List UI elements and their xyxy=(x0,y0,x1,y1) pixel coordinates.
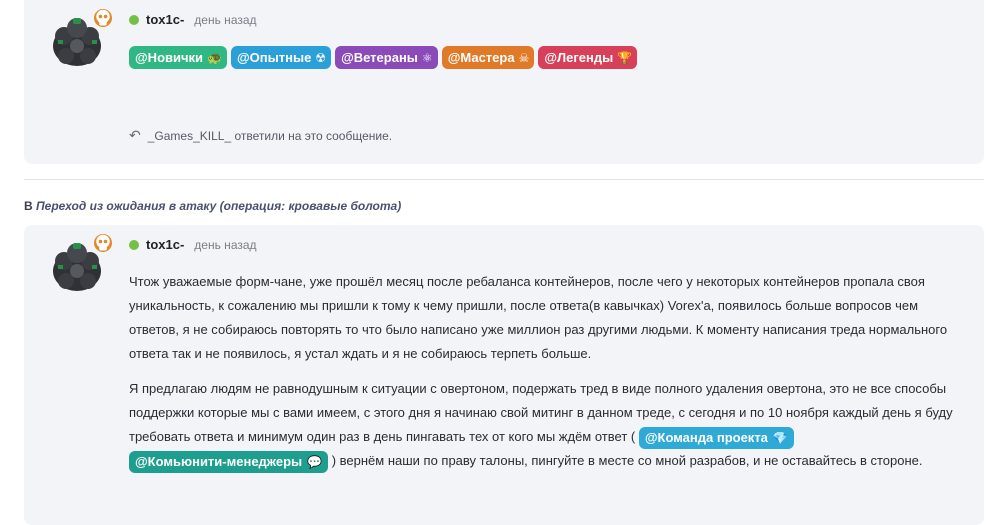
mention-tag[interactable]: @Мастера ☠ xyxy=(441,46,535,69)
online-status-icon xyxy=(129,14,139,25)
trophy-icon: 🏆 xyxy=(617,50,633,65)
mention-label: @Новички xyxy=(135,50,204,65)
paragraph-text: Я предлагаю людям не равнодушным к ситуа… xyxy=(129,381,953,444)
online-status-icon xyxy=(129,239,139,250)
mention-label: @Команда проекта xyxy=(644,429,768,445)
post-meta: tox1c- день назад xyxy=(129,12,257,27)
post-card-2: tox1c- день назад Чтож уважаемые форм-ча… xyxy=(24,225,984,525)
skull-icon: ☠ xyxy=(518,50,530,65)
reply-note: ↶ _Games_KILL_ ответили на это сообщение… xyxy=(129,127,392,144)
diamond-icon: 💎 xyxy=(772,430,788,445)
mention-label: @Комьюнити-менеджеры xyxy=(135,453,303,469)
mention-tag[interactable]: @Легенды 🏆 xyxy=(538,46,638,69)
author-name[interactable]: tox1c- xyxy=(146,12,184,27)
reply-text: ответили на это сообщение. xyxy=(234,128,393,143)
post-body: Чтож уважаемые форм-чане, уже прошёл мес… xyxy=(129,270,969,484)
turtle-icon: 🐢 xyxy=(207,50,222,65)
mention-label: @Легенды xyxy=(544,50,614,65)
post-card-1: tox1c- день назад @Новички 🐢 @Опытные ☢ @Вет… xyxy=(24,0,984,164)
mention-tag[interactable]: @Опытные ☢ xyxy=(231,46,332,69)
radiation-icon: ☢ xyxy=(315,50,327,65)
chat-bubbles-icon: 💬 xyxy=(307,454,323,469)
user-avatar[interactable] xyxy=(46,232,114,297)
mention-tag[interactable]: @Ветераны ⚛ xyxy=(335,46,438,69)
mention-label: @Ветераны xyxy=(341,50,418,65)
post-paragraph: Я предлагаю людям не равнодушным к ситуа… xyxy=(129,377,969,473)
divider xyxy=(24,179,984,180)
mention-label: @Опытные xyxy=(237,50,312,65)
post-time[interactable]: день назад xyxy=(194,13,256,27)
post-time[interactable]: день назад xyxy=(194,238,256,252)
skull-badge-icon xyxy=(92,7,114,29)
paragraph-text: ) вернём наши по праву талоны, пингуйте … xyxy=(331,453,923,468)
mention-tag[interactable]: @Новички 🐢 xyxy=(129,46,227,69)
author-name[interactable]: tox1c- xyxy=(146,237,184,252)
reply-user[interactable]: _Games_KILL_ xyxy=(148,129,231,143)
thread-prefix: В xyxy=(24,199,33,213)
mention-team-tag[interactable]: @Команда проекта 💎 xyxy=(638,426,794,449)
mention-label: @Мастера xyxy=(447,50,515,65)
atom-icon: ⚛ xyxy=(421,50,433,65)
thread-context: В Переход из ожидания в атаку (операция:… xyxy=(24,199,401,213)
post-meta: tox1c- день назад xyxy=(129,237,257,252)
user-avatar[interactable] xyxy=(46,7,114,72)
mention-community-managers-tag[interactable]: @Комьюнити-менеджеры 💬 xyxy=(129,450,329,473)
post-paragraph: Чтож уважаемые форм-чане, уже прошёл мес… xyxy=(129,274,948,361)
skull-badge-icon xyxy=(92,232,114,254)
reply-arrow-icon: ↶ xyxy=(129,127,141,143)
tag-list: @Новички 🐢 @Опытные ☢ @Ветераны ⚛ @Мастера ☠ @Ле… xyxy=(129,46,638,69)
thread-title-link[interactable]: Переход из ожидания в атаку (операция: к… xyxy=(36,199,401,213)
